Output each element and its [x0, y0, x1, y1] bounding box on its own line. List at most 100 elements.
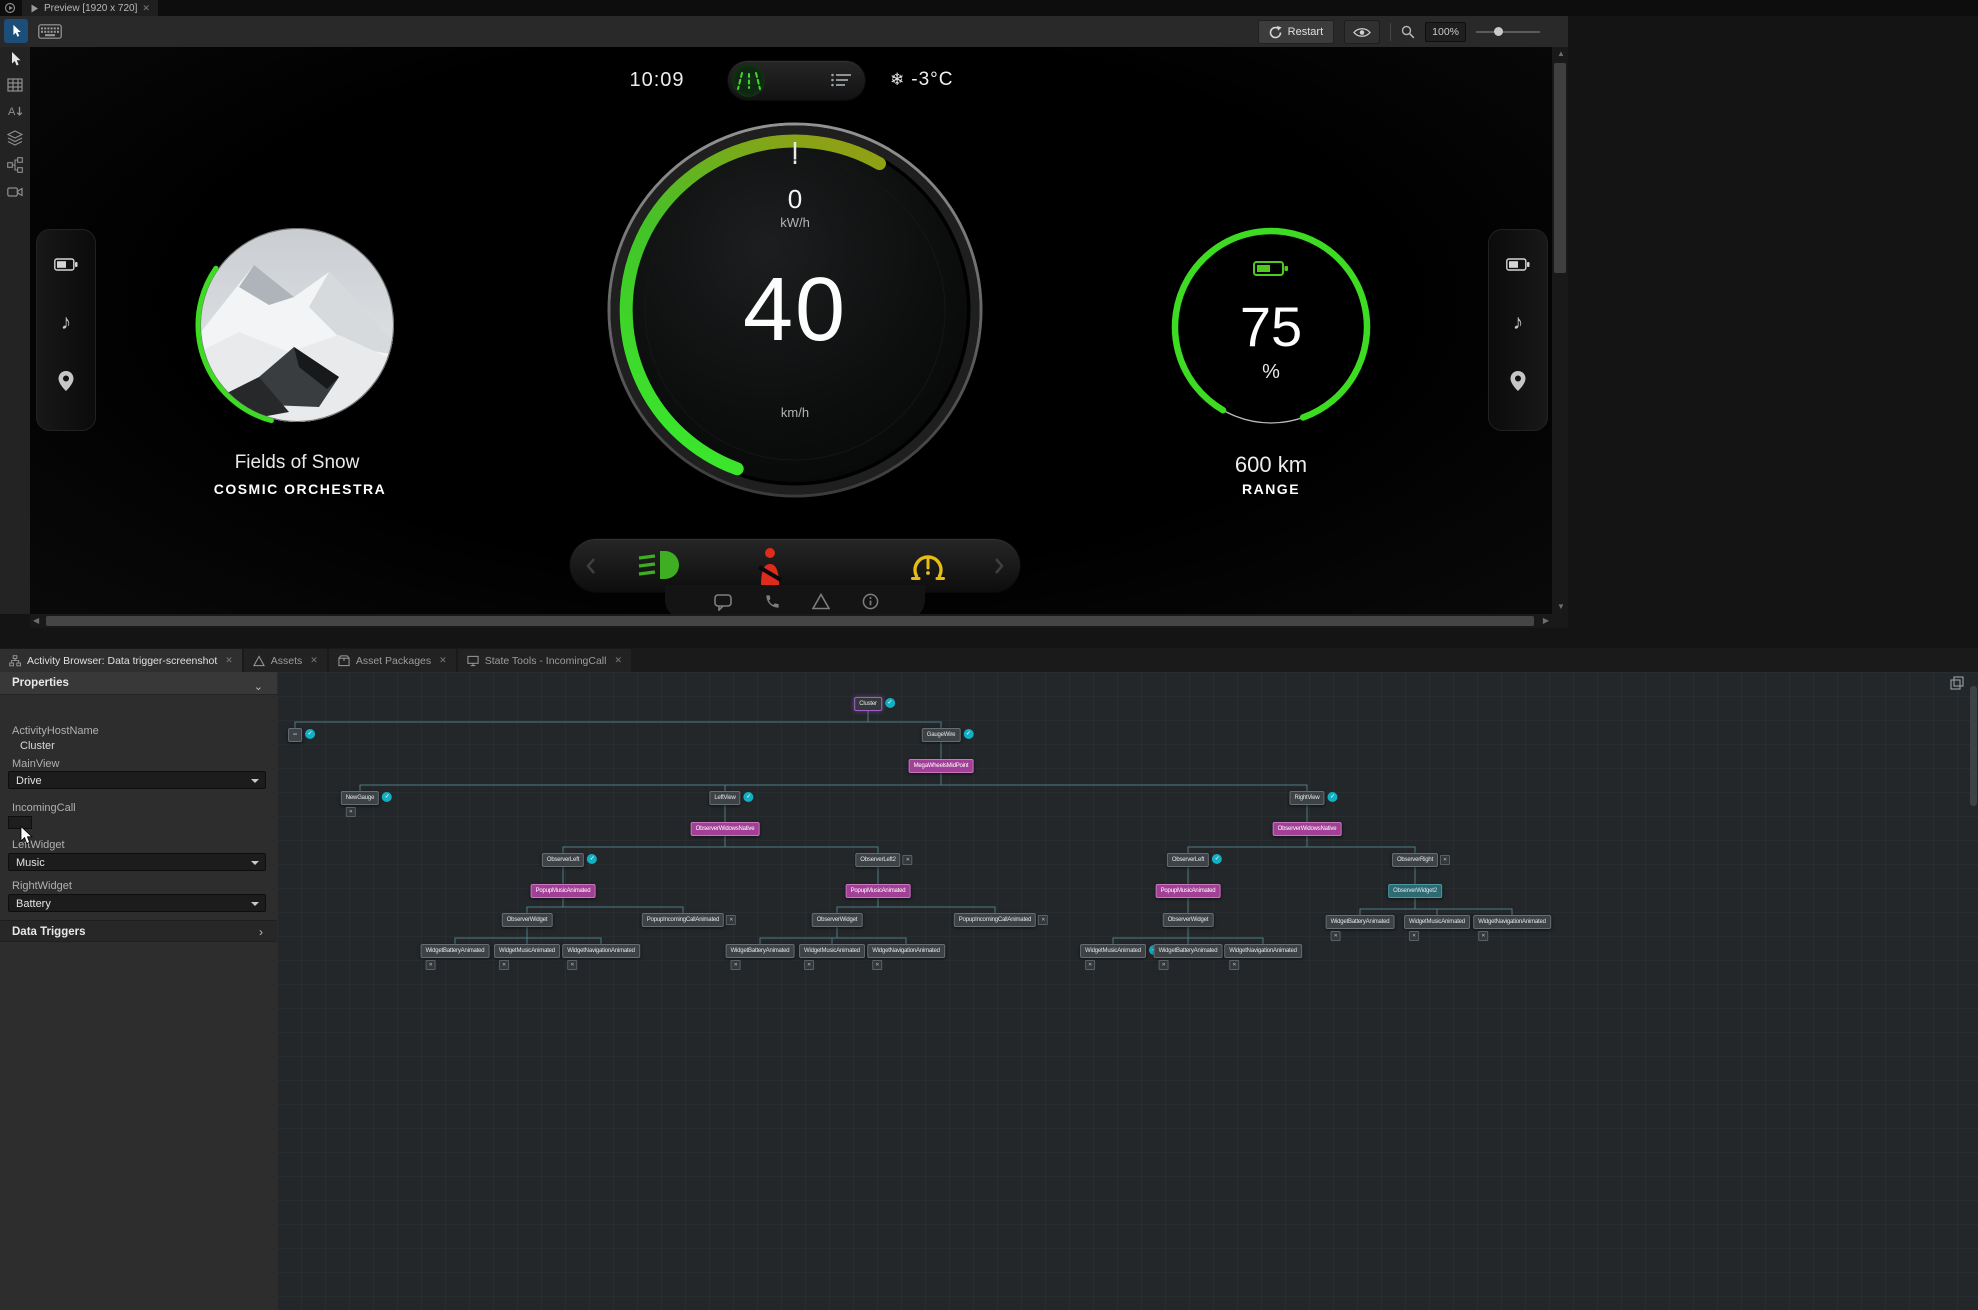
zoom-slider-handle[interactable]	[1494, 27, 1503, 36]
graph-node-obswid4[interactable]: ObserverWidget2	[1388, 884, 1442, 898]
chevron-down-icon: ⌄	[253, 681, 263, 693]
data-triggers-row[interactable]: Data Triggers ›	[0, 920, 277, 942]
graph-node-leftview[interactable]: LeftView ✓	[709, 791, 754, 805]
graph-node-wnav1[interactable]: WidgetNavigationAnimated ✕	[562, 944, 640, 970]
graph-node-wbat2[interactable]: WidgetBatteryAnimated ✕	[725, 944, 795, 970]
graph-node-wbat3[interactable]: WidgetBatteryAnimated ✕	[1153, 944, 1223, 970]
graph-node-popcall1[interactable]: PopupIncomingCallAnimated ✕	[641, 913, 737, 927]
graph-node-rightview[interactable]: RightView ✓	[1289, 791, 1338, 805]
info-icon[interactable]	[862, 593, 879, 610]
graph-scroll-thumb[interactable]	[1970, 686, 1977, 806]
graph-node-newgauge[interactable]: NewGauge ✓ ✕	[340, 791, 393, 817]
close-icon[interactable]: ✕	[310, 655, 318, 666]
graph-node-wmus2[interactable]: WidgetMusicAnimated ✕	[799, 944, 865, 970]
fit-to-view-button[interactable]	[1950, 676, 1964, 690]
bezel-music-icon[interactable]: ♪	[37, 312, 95, 334]
right-widget-select[interactable]: Battery	[8, 894, 266, 912]
bezel-location-icon[interactable]	[1489, 370, 1547, 392]
graph-node-obsleft1[interactable]: ObserverLeft ✓	[541, 853, 598, 867]
bezel-battery-icon[interactable]	[1489, 258, 1547, 271]
preview-visibility-button[interactable]	[1344, 20, 1381, 44]
graph-node-popmus1[interactable]: PopupMusicAnimated	[530, 884, 596, 898]
carousel-next-chevron[interactable]	[994, 557, 1004, 575]
graph-node-cluster[interactable]: Cluster ✓	[854, 697, 895, 711]
graph-node-obswid3[interactable]: ObserverWidget	[1162, 913, 1214, 927]
carousel-prev-chevron[interactable]	[586, 557, 596, 575]
check-badge-icon: ✓	[304, 729, 315, 739]
bezel-battery-icon[interactable]	[37, 258, 95, 271]
preview-horizontal-scrollbar[interactable]: ◀ ▶	[30, 614, 1552, 628]
connections-tool-button[interactable]	[7, 157, 23, 173]
graph-node-popcall2[interactable]: PopupIncomingCallAnimated ✕	[953, 913, 1049, 927]
left-widget-select[interactable]: Music	[8, 853, 266, 871]
table-tool-button[interactable]	[7, 77, 23, 93]
graph-node-pages[interactable]: ▫▫ ✓	[288, 728, 315, 742]
bezel-location-icon[interactable]	[37, 370, 95, 392]
bezel-music-icon[interactable]: ♪	[1489, 312, 1547, 334]
layers-tool-button[interactable]	[7, 130, 23, 146]
properties-panel-header[interactable]: Properties ⌄	[0, 672, 277, 695]
scroll-right-arrow[interactable]: ▶	[1543, 614, 1549, 628]
package-icon	[338, 654, 350, 667]
select-tool-button[interactable]	[7, 51, 23, 67]
graph-node-popmus3[interactable]: PopupMusicAnimated	[1155, 884, 1221, 898]
zoom-slider-track	[1476, 31, 1540, 33]
graph-node-gaugewire[interactable]: GaugeWire ✓	[921, 728, 974, 742]
chat-icon[interactable]	[714, 593, 732, 611]
graph-node-wmus3[interactable]: WidgetMusicAnimated✓✕	[1080, 944, 1159, 970]
graph-node-obsright[interactable]: ObserverRight ✕	[1391, 853, 1451, 867]
graph-node-wbat4[interactable]: WidgetBatteryAnimated ✕	[1325, 915, 1395, 941]
vertical-scroll-thumb[interactable]	[1554, 63, 1566, 273]
graph-vertical-scrollbar[interactable]	[1968, 672, 1978, 1310]
warning-triangle-icon[interactable]	[812, 593, 830, 610]
graph-node-obswinl[interactable]: ObserverWidowsNative	[690, 822, 760, 836]
tab-asset-packages[interactable]: Asset Packages ✕	[328, 649, 456, 672]
close-icon[interactable]: ✕	[614, 655, 622, 666]
text-tool-button[interactable]: A	[7, 103, 23, 119]
tab-activity-browser[interactable]: Activity Browser: Data trigger-screensho…	[0, 649, 242, 672]
close-icon[interactable]: ✕	[142, 3, 150, 14]
zoom-slider[interactable]	[1476, 22, 1540, 42]
main-view-select[interactable]: Drive	[8, 771, 266, 789]
tab-label: Assets	[270, 654, 303, 667]
horizontal-scroll-thumb[interactable]	[46, 616, 1534, 626]
scroll-up-arrow[interactable]: ▲	[1557, 47, 1565, 61]
graph-node-popmus2[interactable]: PopupMusicAnimated	[845, 884, 911, 898]
graph-node-wnav3[interactable]: WidgetNavigationAnimated ✕	[1224, 944, 1302, 970]
camera-tool-button[interactable]	[7, 184, 23, 200]
node-graph-canvas[interactable]: Cluster ✓ ▫▫ ✓ GaugeWire ✓ MegaWheelsMidPoint N…	[277, 672, 1978, 1310]
graph-node-obsleft2[interactable]: ObserverLeft2 ✕	[855, 853, 913, 867]
preview-window-tab[interactable]: Preview [1920 x 720] ✕	[22, 0, 158, 16]
drive-mode-toggle[interactable]	[728, 61, 865, 100]
graph-node-obswid1[interactable]: ObserverWidget	[501, 913, 553, 927]
restart-button[interactable]: Restart	[1257, 20, 1335, 44]
tab-assets[interactable]: Assets ✕	[243, 649, 327, 672]
zoom-level-field[interactable]: 100%	[1425, 22, 1466, 42]
zoom-icon	[1401, 25, 1415, 39]
graph-node-wnav4[interactable]: WidgetNavigationAnimated ✕	[1473, 915, 1551, 941]
graph-node-wnav2[interactable]: WidgetNavigationAnimated ✕	[867, 944, 945, 970]
close-icon[interactable]: ✕	[439, 655, 447, 666]
graph-node-obswid2[interactable]: ObserverWidget	[811, 913, 863, 927]
scroll-down-arrow[interactable]: ▼	[1557, 600, 1565, 614]
headlight-icon	[638, 550, 684, 580]
graph-node-wbat1[interactable]: WidgetBatteryAnimated ✕	[420, 944, 490, 970]
phone-icon[interactable]	[764, 593, 781, 610]
keyboard-tool-button[interactable]	[36, 21, 64, 41]
graph-node-megamid[interactable]: MegaWheelsMidPoint	[908, 759, 974, 773]
graph-node-wmus1[interactable]: WidgetMusicAnimated✓✕	[494, 944, 573, 970]
activity-host-value: Cluster	[20, 740, 55, 752]
graph-node-obswinr[interactable]: ObserverWidowsNative	[1272, 822, 1342, 836]
interact-tool-button[interactable]	[4, 19, 28, 43]
graph-node-obsleft3[interactable]: ObserverLeft ✓	[1166, 853, 1223, 867]
close-icon[interactable]: ✕	[225, 655, 233, 666]
restart-icon	[1269, 25, 1282, 39]
notification-tab	[665, 585, 925, 614]
graph-node-wmus4[interactable]: WidgetMusicAnimated ✕	[1404, 915, 1470, 941]
speed-value: 40	[742, 260, 848, 360]
scroll-left-arrow[interactable]: ◀	[33, 614, 39, 628]
preview-vertical-scrollbar[interactable]: ▲ ▼	[1552, 47, 1568, 614]
tab-state-tools[interactable]: State Tools - IncomingCall ✕	[457, 649, 632, 672]
snowflake-icon: ❄	[890, 70, 905, 89]
graph-node-label: WidgetMusicAnimated	[499, 948, 555, 954]
